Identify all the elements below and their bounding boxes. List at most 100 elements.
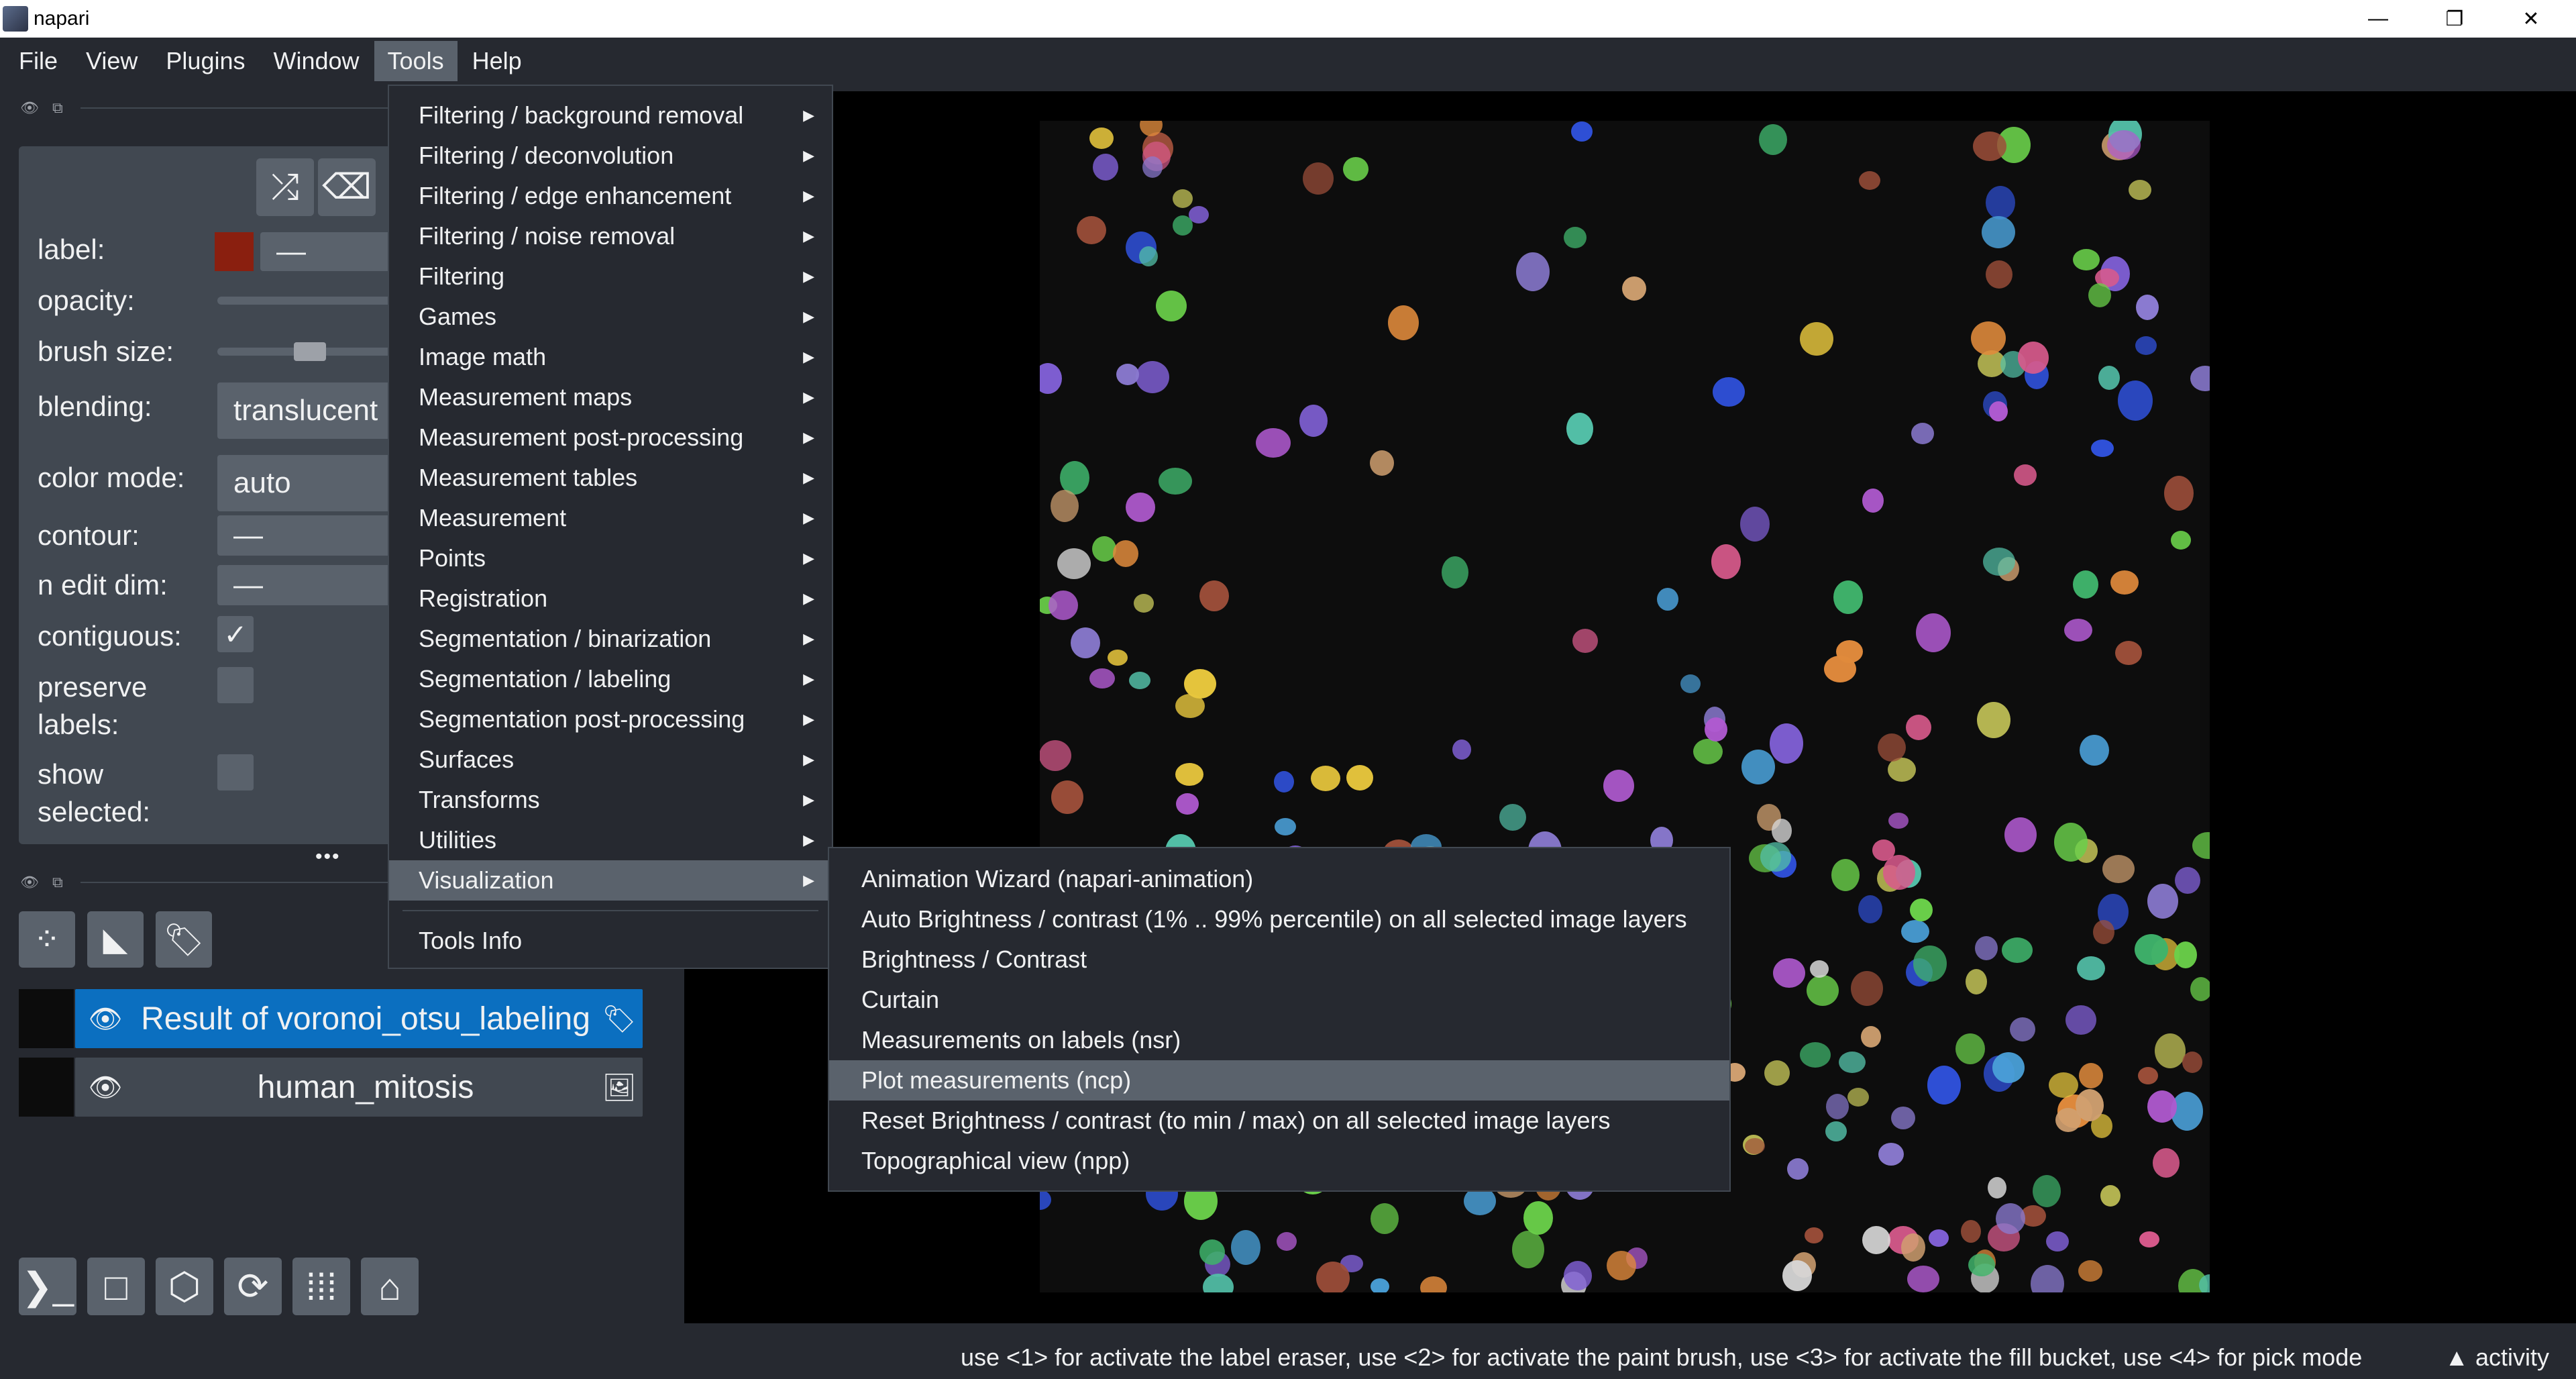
- submenu-item[interactable]: Brightness / Contrast: [829, 939, 1729, 980]
- submenu-item[interactable]: Auto Brightness / contrast (1% .. 99% pe…: [829, 899, 1729, 939]
- label-color-swatch: [215, 232, 254, 271]
- submenu-arrow-icon: ▶: [803, 670, 814, 687]
- submenu-arrow-icon: ▶: [803, 509, 814, 526]
- menu-tools[interactable]: Tools: [374, 41, 458, 81]
- nucleus-label-blob: [1346, 765, 1373, 790]
- shuffle-colors-button[interactable]: ⤮: [256, 158, 314, 216]
- menu-view[interactable]: View: [72, 41, 151, 81]
- menu-item[interactable]: Measurement post-processing ▶: [389, 417, 832, 458]
- layer-controls-dock-handle[interactable]: 👁 ⧉: [20, 98, 63, 118]
- menu-item-label: Games: [419, 303, 497, 330]
- activity-button[interactable]: ▲ activity: [2445, 1343, 2549, 1372]
- nucleus-label-blob: [1199, 580, 1229, 611]
- nucleus-label-blob: [1129, 672, 1150, 689]
- eraser-button[interactable]: ⌫: [318, 158, 376, 216]
- ndisplay-toggle-button[interactable]: □: [87, 1258, 145, 1315]
- menu-item[interactable]: Visualization ▶: [389, 860, 832, 901]
- menu-item[interactable]: Measurement maps ▶: [389, 377, 832, 417]
- layer-name[interactable]: Result of voronoi_otsu_labeling: [136, 1001, 596, 1037]
- hide-eye-icon[interactable]: 👁: [20, 99, 39, 117]
- menu-item[interactable]: Measurement ▶: [389, 498, 832, 538]
- roll-dims-button[interactable]: ⬡: [156, 1258, 213, 1315]
- layer-body[interactable]: 👁 Result of voronoi_otsu_labeling 🏷: [75, 989, 643, 1048]
- layer-body[interactable]: 👁 human_mitosis 🖼: [75, 1058, 643, 1117]
- nucleus-label-blob: [1929, 1229, 1949, 1247]
- submenu-item[interactable]: Animation Wizard (napari-animation): [829, 859, 1729, 899]
- nucleus-label-blob: [1772, 819, 1792, 843]
- menu-item[interactable]: Filtering / edge enhancement ▶: [389, 176, 832, 216]
- submenu-item[interactable]: Measurements on labels (nsr): [829, 1020, 1729, 1060]
- layer-item[interactable]: 👁 Result of voronoi_otsu_labeling 🏷: [19, 989, 643, 1048]
- layer-name[interactable]: human_mitosis: [136, 1069, 596, 1106]
- menu-item-tools-info[interactable]: Tools Info: [389, 921, 832, 961]
- nucleus-label-blob: [1693, 739, 1723, 764]
- menu-plugins[interactable]: Plugins: [152, 41, 258, 81]
- nucleus-label-blob: [1092, 536, 1116, 562]
- menu-file[interactable]: File: [5, 41, 71, 81]
- visibility-eye-icon[interactable]: 👁: [75, 1003, 136, 1035]
- layer-item[interactable]: 👁 human_mitosis 🖼: [19, 1058, 643, 1117]
- menu-item[interactable]: Surfaces ▶: [389, 739, 832, 780]
- dock-resize-handle[interactable]: •••: [315, 846, 341, 868]
- nucleus-label-blob: [1741, 750, 1775, 784]
- nucleus-label-blob: [2064, 619, 2092, 642]
- menu-item[interactable]: Measurement tables ▶: [389, 458, 832, 498]
- nucleus-label-blob: [2155, 1033, 2186, 1068]
- menu-help[interactable]: Help: [459, 41, 535, 81]
- layer-list-dock-handle[interactable]: 👁 ⧉: [20, 872, 63, 892]
- nucleus-label-blob: [2115, 641, 2142, 665]
- grid-view-button[interactable]: ⁞⁞⁞: [292, 1258, 350, 1315]
- hide-eye-icon[interactable]: 👁: [20, 874, 39, 891]
- console-button[interactable]: ❯_: [19, 1258, 76, 1315]
- transpose-dims-button[interactable]: ⟳: [224, 1258, 282, 1315]
- submenu-item[interactable]: Plot measurements (ncp): [829, 1060, 1729, 1101]
- label-label: label:: [38, 234, 105, 265]
- show-selected-checkbox[interactable]: [217, 754, 254, 790]
- menu-item[interactable]: Games ▶: [389, 297, 832, 337]
- nucleus-label-blob: [1108, 650, 1128, 666]
- menu-item[interactable]: Image math ▶: [389, 337, 832, 377]
- close-button[interactable]: ✕: [2493, 0, 2569, 38]
- menu-item[interactable]: Registration ▶: [389, 578, 832, 619]
- menu-item-label: Segmentation / labeling: [419, 665, 672, 693]
- visualization-submenu: Animation Wizard (napari-animation) Auto …: [828, 847, 1731, 1192]
- menu-item[interactable]: Filtering / deconvolution ▶: [389, 136, 832, 176]
- nucleus-label-blob: [1566, 413, 1593, 445]
- menu-item[interactable]: Segmentation / labeling ▶: [389, 659, 832, 699]
- menu-bar: File View Plugins Window Tools Help: [0, 38, 2576, 85]
- menu-item[interactable]: Utilities ▶: [389, 820, 832, 860]
- menu-window[interactable]: Window: [260, 41, 372, 81]
- nucleus-label-blob: [1955, 1033, 1985, 1064]
- float-icon[interactable]: ⧉: [52, 874, 63, 891]
- menu-item[interactable]: Segmentation / binarization ▶: [389, 619, 832, 659]
- contiguous-checkbox[interactable]: ✓: [217, 616, 254, 652]
- submenu-arrow-icon: ▶: [803, 711, 814, 727]
- nucleus-label-blob: [2031, 1265, 2064, 1292]
- nucleus-label-blob: [1093, 154, 1118, 181]
- new-shapes-layer-button[interactable]: ◣: [87, 911, 144, 968]
- preserve-labels-checkbox[interactable]: [217, 667, 254, 703]
- submenu-item[interactable]: Topographical view (npp): [829, 1141, 1729, 1181]
- float-icon[interactable]: ⧉: [52, 99, 63, 117]
- menu-item[interactable]: Filtering / noise removal ▶: [389, 216, 832, 256]
- nucleus-label-blob: [1711, 544, 1741, 579]
- home-button[interactable]: ⌂: [361, 1258, 419, 1315]
- minimize-button[interactable]: —: [2340, 0, 2416, 38]
- submenu-item[interactable]: Curtain: [829, 980, 1729, 1020]
- menu-item[interactable]: Filtering ▶: [389, 256, 832, 297]
- menu-item[interactable]: Points ▶: [389, 538, 832, 578]
- menu-item[interactable]: Transforms ▶: [389, 780, 832, 820]
- restore-button[interactable]: ❐: [2416, 0, 2493, 38]
- nucleus-label-blob: [1126, 493, 1155, 522]
- submenu-item[interactable]: Reset Brightness / contrast (to min / ma…: [829, 1101, 1729, 1141]
- new-labels-layer-button[interactable]: 🏷: [156, 911, 212, 968]
- submenu-arrow-icon: ▶: [803, 227, 814, 244]
- brush-size-slider-handle[interactable]: [294, 342, 326, 361]
- visibility-eye-icon[interactable]: 👁: [75, 1072, 136, 1103]
- nucleus-label-blob: [1572, 629, 1598, 653]
- menu-item-label: Filtering / edge enhancement: [419, 182, 732, 209]
- menu-item[interactable]: Filtering / background removal ▶: [389, 95, 832, 136]
- nucleus-label-blob: [2118, 380, 2153, 421]
- new-points-layer-button[interactable]: ⁘: [19, 911, 75, 968]
- menu-item[interactable]: Segmentation post-processing ▶: [389, 699, 832, 739]
